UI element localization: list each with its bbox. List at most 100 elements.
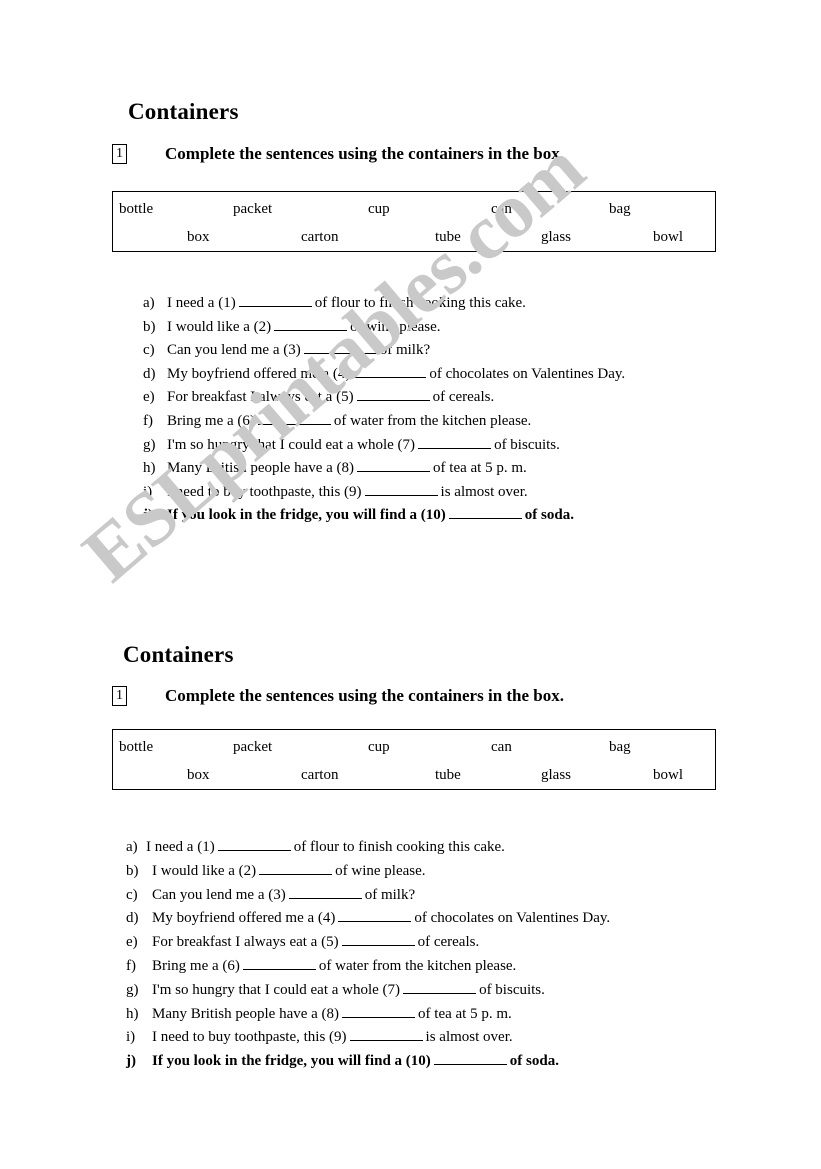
answer-blank[interactable] [303, 340, 377, 355]
sentence-item: f) Bring me a (6) of water from the kitche… [126, 955, 726, 979]
answer-blank[interactable] [342, 1004, 416, 1018]
sentence-item: g) I'm so hungry that I could eat a whole… [126, 979, 726, 1003]
sentence-suffix: of cereals. [417, 934, 480, 951]
sentence-suffix: of water from the kitchen please. [333, 412, 532, 429]
answer-blank[interactable] [217, 837, 291, 851]
sentence-prefix: Bring me a (6) [152, 957, 240, 974]
instruction-text: Complete the sentences using the contain… [165, 144, 565, 163]
word-bank-item-bag: bag [609, 201, 631, 217]
sentence-prefix: I need to buy toothpaste, this (9) [167, 483, 362, 500]
sentence-marker: b) [143, 318, 156, 335]
instruction-row: 1 Complete the sentences using the conta… [112, 686, 564, 706]
worksheet-page: ESLprintables.com Containers 1 Complete … [0, 0, 821, 1169]
sentence-item: i) I need to buy toothpaste, this (9) is a… [143, 481, 743, 505]
word-bank-item-cup: cup [368, 201, 390, 217]
sentence-prefix: I need a (1) [146, 839, 215, 855]
exercise-number-badge: 1 [112, 144, 127, 164]
sentence-suffix: of biscuits. [479, 981, 545, 998]
answer-blank[interactable] [357, 458, 431, 473]
sentence-marker: g) [143, 436, 156, 453]
answer-blank[interactable] [259, 861, 333, 875]
sentence-prefix: Can you lend me a (3) [167, 342, 301, 359]
page-title: Containers [123, 642, 234, 667]
sentence-marker: g) [126, 981, 139, 998]
sentence-prefix: Many British people have a (8) [152, 1005, 340, 1022]
sentence-item: e) For breakfast I always eat a (5) of cer… [143, 386, 743, 410]
sentence-list-1: a) I need a (1) of flour to finish cooking… [143, 292, 743, 528]
sentence-item: g) I'm so hungry that I could eat a whole… [143, 434, 743, 458]
answer-blank[interactable] [257, 411, 331, 425]
answer-blank[interactable] [433, 1051, 507, 1066]
sentence-item: h) Many British people have a (8) of tea a… [126, 1003, 726, 1027]
answer-blank[interactable] [288, 885, 362, 899]
word-bank-item-packet: packet [233, 739, 273, 755]
sentence-marker: j) [126, 1053, 136, 1070]
answer-blank[interactable] [238, 293, 312, 307]
sentence-item: e) For breakfast I always eat a (5) of cer… [126, 931, 726, 955]
sentence-marker: c) [143, 342, 155, 359]
word-bank-item-carton: carton [301, 229, 339, 245]
answer-blank[interactable] [242, 956, 316, 970]
sentence-prefix: For breakfast I always eat a (5) [152, 934, 339, 951]
sentence-item: b) I would like a (2) of wine please. [143, 316, 743, 340]
word-bank-item-glass: glass [541, 767, 571, 783]
word-bank-item-can: can [491, 739, 512, 755]
sentence-marker: b) [126, 862, 139, 879]
answer-blank[interactable] [364, 482, 438, 496]
sentence-item: j) If you look in the fridge, you will fi… [126, 1050, 726, 1074]
word-bank-item-packet: packet [233, 201, 273, 217]
answer-blank[interactable] [356, 387, 430, 402]
sentence-item: b) I would like a (2) of wine please. [126, 860, 726, 884]
answer-blank[interactable] [338, 908, 412, 923]
answer-blank[interactable] [349, 1027, 423, 1042]
sentence-item: h) Many British people have a (8) of tea a… [143, 457, 743, 481]
answer-blank[interactable] [448, 505, 522, 520]
sentence-suffix: of milk? [364, 886, 416, 903]
sentence-prefix: If you look in the fridge, you will find… [167, 507, 446, 524]
sentence-item: d) My boyfriend offered me a (4) of chocol… [126, 907, 726, 931]
sentence-suffix: of milk? [379, 342, 431, 359]
sentence-item: j) If you look in the fridge, you will fi… [143, 504, 743, 528]
answer-blank[interactable] [274, 317, 348, 331]
sentence-suffix: of soda. [509, 1053, 559, 1070]
word-bank-item-tube: tube [435, 229, 461, 245]
sentence-marker: i) [143, 483, 153, 500]
word-bank-item-tube: tube [435, 767, 461, 783]
sentence-marker: f) [143, 412, 153, 429]
sentence-suffix: of tea at 5 p. m. [418, 1005, 512, 1022]
sentence-prefix: Can you lend me a (3) [152, 886, 286, 903]
sentence-item: f) Bring me a (6) of water from the kitche… [143, 410, 743, 434]
instruction-row: 1 Complete the sentences using the conta… [112, 144, 564, 164]
sentence-prefix: I'm so hungry that I could eat a whole (… [167, 436, 416, 453]
sentence-prefix: I would like a (2) [167, 318, 272, 335]
sentence-suffix: of wine please. [335, 862, 426, 879]
sentence-suffix: of soda. [524, 507, 574, 524]
sentence-suffix: of chocolates on Valentines Day. [429, 365, 626, 382]
sentence-marker: d) [143, 365, 156, 382]
answer-blank[interactable] [353, 364, 427, 378]
answer-blank[interactable] [403, 980, 477, 994]
sentence-suffix: of chocolates on Valentines Day. [414, 910, 611, 927]
sentence-suffix: is almost over. [440, 483, 528, 500]
sentence-item: c) Can you lend me a (3) of milk? [143, 339, 743, 363]
sentence-suffix: is almost over. [425, 1029, 513, 1046]
answer-blank[interactable] [341, 932, 415, 947]
answer-blank[interactable] [418, 435, 492, 449]
sentence-marker: a) [143, 295, 155, 311]
sentence-prefix: My boyfriend offered me a (4) [152, 910, 336, 927]
sentence-marker: d) [126, 910, 139, 927]
sentence-item: a) I need a (1) of flour to finish cooking… [143, 292, 743, 316]
sentence-suffix: of tea at 5 p. m. [433, 460, 527, 477]
sentence-marker: h) [126, 1005, 139, 1022]
sentence-marker: e) [126, 934, 138, 951]
sentence-prefix: I would like a (2) [152, 862, 257, 879]
sentence-marker: i) [126, 1029, 136, 1046]
word-bank-item-cup: cup [368, 739, 390, 755]
sentence-marker: c) [126, 886, 138, 903]
sentence-prefix: I'm so hungry that I could eat a whole (… [152, 981, 401, 998]
page-title: Containers [128, 99, 239, 124]
word-bank-item-box: box [187, 767, 210, 783]
sentence-marker: h) [143, 460, 156, 477]
sentence-item: i) I need to buy toothpaste, this (9) is a… [126, 1026, 726, 1050]
sentence-prefix: Many British people have a (8) [167, 460, 355, 477]
